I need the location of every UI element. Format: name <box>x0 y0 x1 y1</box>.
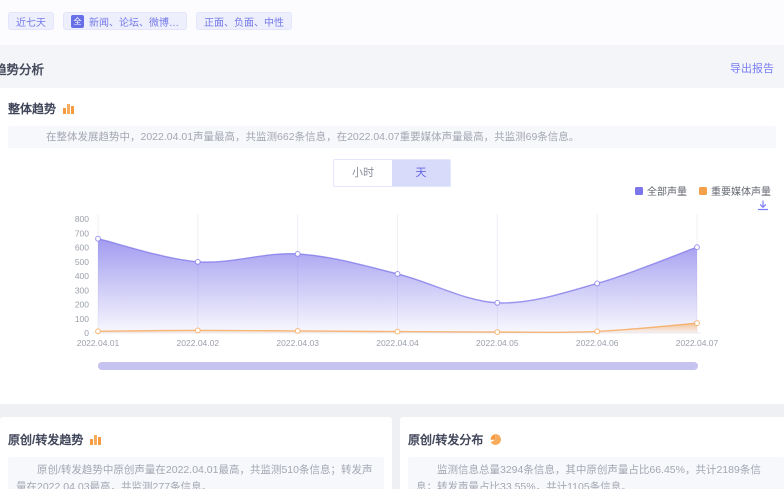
export-report-link[interactable]: 导出报告 <box>730 60 774 76</box>
filter-chip-sentiment[interactable]: 正面、负面、中性 <box>196 12 292 30</box>
legend-item-important-media[interactable]: 重要媒体声量 <box>699 183 771 198</box>
filter-bar: 近七天 全 新闻、论坛、微博… 正面、负面、中性 <box>0 0 784 45</box>
sources-icon: 全 <box>71 15 84 28</box>
granularity-toggle: 小时 天 <box>333 159 451 187</box>
chart-legend: 全部声量 重要媒体声量 <box>635 183 771 198</box>
toggle-hour-button[interactable]: 小时 <box>334 160 392 186</box>
svg-text:2022.04.06: 2022.04.06 <box>576 338 619 348</box>
svg-text:2022.04.02: 2022.04.02 <box>177 338 220 348</box>
svg-text:2022.04.03: 2022.04.03 <box>276 338 319 348</box>
svg-text:400: 400 <box>75 271 89 281</box>
svg-text:2022.04.07: 2022.04.07 <box>676 338 719 348</box>
overall-trend-title-row: 整体趋势 <box>8 100 75 117</box>
time-range-label: 近七天 <box>16 14 46 29</box>
original-repost-distribution-title-row: 原创/转发分布 <box>408 431 502 448</box>
page-title: 趋势分析 <box>0 59 44 78</box>
svg-text:300: 300 <box>75 285 89 295</box>
svg-text:2022.04.04: 2022.04.04 <box>376 338 419 348</box>
original-repost-distribution-summary: 监测信息总量3294条信息，其中原创声量占比66.45%，共计2189条信息；转… <box>408 457 784 489</box>
svg-text:500: 500 <box>75 257 89 267</box>
original-repost-distribution-title: 原创/转发分布 <box>408 431 483 448</box>
trend-chart-canvas[interactable]: 0 100 200 300 400 500 600 700 800 2022.04.01 2022.… <box>72 200 784 355</box>
legend-label-important-media: 重要媒体声量 <box>711 183 771 198</box>
trend-chart-area[interactable]: 0 100 200 300 400 500 600 700 800 2022.04.01 2022.… <box>72 200 784 355</box>
bar-chart-icon <box>62 102 75 115</box>
legend-label-total: 全部声量 <box>647 183 687 198</box>
original-repost-trend-title-row: 原创/转发趋势 <box>8 431 102 448</box>
toggle-day-button[interactable]: 天 <box>392 160 450 186</box>
original-repost-trend-summary: 原创/转发趋势中原创声量在2022.04.01最高，共监测510条信息；转发声量… <box>8 457 384 489</box>
svg-text:2022.04.05: 2022.04.05 <box>476 338 519 348</box>
chart-datazoom-scrollbar[interactable] <box>98 362 698 370</box>
original-repost-distribution-card: 原创/转发分布 监测信息总量3294条信息，其中原创声量占比66.45%，共计2… <box>400 417 784 489</box>
filter-chip-time-range[interactable]: 近七天 <box>8 12 54 30</box>
svg-text:200: 200 <box>75 300 89 310</box>
legend-item-total[interactable]: 全部声量 <box>635 183 687 198</box>
svg-text:100: 100 <box>75 314 89 324</box>
chart-datazoom-thumb[interactable] <box>98 362 698 370</box>
svg-text:2022.04.01: 2022.04.01 <box>77 338 120 348</box>
filter-chip-sources[interactable]: 全 新闻、论坛、微博… <box>63 12 187 30</box>
bar-chart-icon <box>89 433 102 446</box>
section-header: 趋势分析 导出报告 <box>0 45 784 88</box>
original-repost-trend-title: 原创/转发趋势 <box>8 431 83 448</box>
sentiment-label: 正面、负面、中性 <box>204 14 284 29</box>
legend-swatch-total <box>635 187 643 195</box>
svg-text:800: 800 <box>75 214 89 224</box>
original-repost-trend-card: 原创/转发趋势 原创/转发趋势中原创声量在2022.04.01最高，共监测510… <box>0 417 392 489</box>
overall-trend-title: 整体趋势 <box>8 100 56 117</box>
legend-swatch-important-media <box>699 187 707 195</box>
pie-chart-icon <box>489 433 502 446</box>
svg-text:700: 700 <box>75 228 89 238</box>
overall-trend-card: 整体趋势 在整体发展趋势中，2022.04.01声量最高，共监测662条信息，在… <box>0 88 784 404</box>
analytics-page: 近七天 全 新闻、论坛、微博… 正面、负面、中性 趋势分析 导出报告 整体趋势 … <box>0 0 784 489</box>
svg-text:600: 600 <box>75 243 89 253</box>
svg-text:0: 0 <box>84 328 89 338</box>
sources-label: 新闻、论坛、微博… <box>89 14 179 29</box>
overall-summary: 在整体发展趋势中，2022.04.01声量最高，共监测662条信息，在2022.… <box>8 126 776 148</box>
